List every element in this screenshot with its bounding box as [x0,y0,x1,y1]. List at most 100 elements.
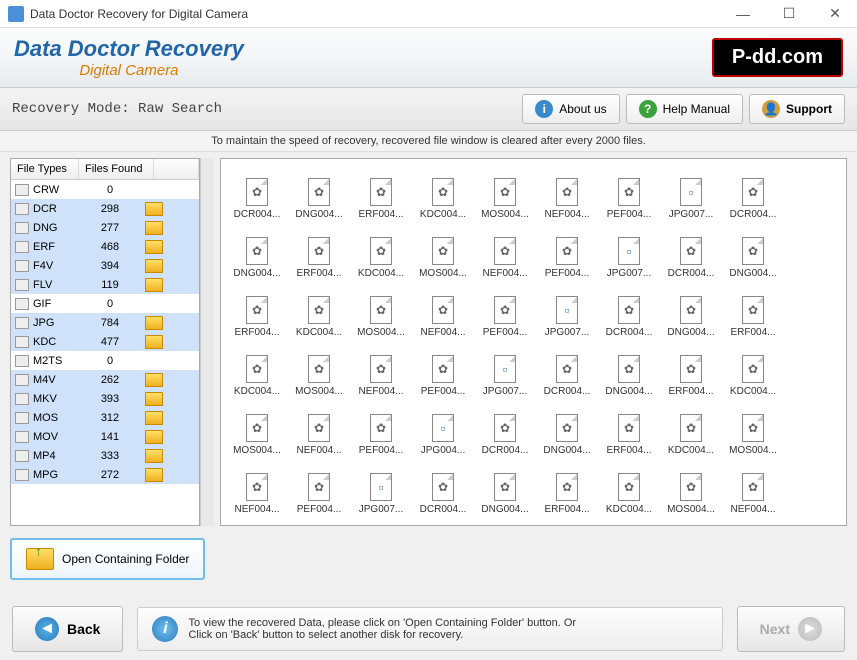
filetype-name: DCR [33,203,79,215]
thumbnail-item[interactable]: ERF004... [537,460,597,515]
close-button[interactable]: ✕ [821,4,849,24]
thumbnail-item[interactable]: KDC004... [413,165,473,220]
thumbnail-item[interactable]: ERF004... [475,519,535,526]
thumbnail-item[interactable]: PEF004... [289,460,349,515]
file-type-row[interactable]: ERF 468 [11,237,199,256]
thumbnail-item[interactable]: MOS004... [661,460,721,515]
thumbnail-item[interactable]: DCR004... [413,460,473,515]
thumbnail-item[interactable]: DNG004... [413,519,473,526]
thumbnail-label: JPG007... [545,327,589,338]
about-us-button[interactable]: i About us [522,94,619,124]
thumbnail-item[interactable]: JPG007... [289,519,349,526]
thumbnail-item[interactable]: ERF004... [599,401,659,456]
file-type-row[interactable]: MPG 272 [11,465,199,484]
file-type-row[interactable]: F4V 394 [11,256,199,275]
thumbnail-item[interactable]: ERF004... [227,283,287,338]
thumbnail-item[interactable]: JPG007... [475,342,535,397]
thumbnail-item[interactable]: KDC004... [537,519,597,526]
thumbnail-item[interactable]: MOS004... [289,342,349,397]
file-type-row[interactable]: DNG 277 [11,218,199,237]
thumbnail-item[interactable]: JPG007... [599,224,659,279]
thumbnail-item[interactable]: DCR004... [599,283,659,338]
file-type-row[interactable]: MOS 312 [11,408,199,427]
thumbnail-item[interactable]: DNG004... [475,460,535,515]
thumbnail-item[interactable]: KDC004... [227,342,287,397]
file-type-row[interactable]: MOV 141 [11,427,199,446]
file-type-row[interactable]: MKV 393 [11,389,199,408]
file-type-row[interactable]: M4V 262 [11,370,199,389]
thumbnail-item[interactable]: DCR004... [227,165,287,220]
thumbnail-label: ERF004... [544,504,589,515]
thumbnail-item[interactable]: PEF004... [475,283,535,338]
thumbnail-item[interactable]: MOS004... [475,165,535,220]
maximize-button[interactable]: ☐ [775,4,803,24]
thumbnail-item[interactable]: DCR004... [351,519,411,526]
thumbnail-item[interactable]: NEF004... [413,283,473,338]
thumbnail-item[interactable]: PEF004... [351,401,411,456]
thumbnail-item[interactable]: DCR004... [723,165,783,220]
thumbnail-item[interactable]: DNG004... [661,283,721,338]
thumbnail-item[interactable]: JPG007... [661,165,721,220]
open-containing-folder-button[interactable]: Open Containing Folder [10,538,205,580]
thumbnail-item[interactable]: ERF004... [351,165,411,220]
thumbnail-item[interactable]: DNG004... [227,224,287,279]
filetype-count: 784 [79,317,141,329]
file-type-row[interactable]: CRW 0 [11,180,199,199]
thumbnail-item[interactable]: KDC004... [351,224,411,279]
thumbnail-item[interactable]: DCR004... [661,224,721,279]
thumbnail-item[interactable]: KDC004... [723,342,783,397]
thumbnail-label: DCR004... [544,386,591,397]
thumbnail-item[interactable]: KDC004... [289,283,349,338]
thumbnail-item[interactable]: DNG004... [537,401,597,456]
thumbnail-item[interactable]: PEF004... [537,224,597,279]
thumbnail-item[interactable]: JPG007... [537,283,597,338]
thumbnail-item[interactable]: DCR004... [475,401,535,456]
support-button[interactable]: 👤 Support [749,94,845,124]
file-type-row[interactable]: JPG 784 [11,313,199,332]
minimize-button[interactable]: — [729,4,757,24]
thumbnails-panel[interactable]: DCR004... DNG004... ERF004... KDC004... … [220,158,847,526]
thumbnail-item[interactable]: MOS004... [351,283,411,338]
thumbnail-item[interactable]: NEF004... [723,460,783,515]
thumbnail-item[interactable]: MOS004... [227,401,287,456]
thumbnail-item[interactable]: DNG004... [599,342,659,397]
file-type-row[interactable]: DCR 298 [11,199,199,218]
thumbnail-item[interactable]: NEF004... [289,401,349,456]
thumbnail-label: JPG004... [421,445,465,456]
folder-icon [145,259,163,273]
file-icon [432,237,454,265]
next-button[interactable]: Next ► [737,606,845,652]
thumbnail-item[interactable]: ERF004... [723,283,783,338]
file-type-row[interactable]: M2TS 0 [11,351,199,370]
window-title: Data Doctor Recovery for Digital Camera [30,7,729,21]
thumbnail-item[interactable]: KDC004... [661,401,721,456]
thumbnail-item[interactable]: NEF004... [227,460,287,515]
file-types-list[interactable]: CRW 0 DCR 298 DNG 277 ERF 468 F4V 394 FL… [11,180,199,525]
thumbnail-item[interactable]: PEF004... [413,342,473,397]
thumbnail-item[interactable]: MOS004... [723,401,783,456]
col-file-types[interactable]: File Types [11,159,79,179]
thumbnail-item[interactable]: MOS004... [413,224,473,279]
file-type-row[interactable]: KDC 477 [11,332,199,351]
thumbnail-item[interactable]: DCR004... [537,342,597,397]
file-type-row[interactable]: MP4 333 [11,446,199,465]
info-icon: i [535,100,553,118]
back-button[interactable]: ◄ Back [12,606,123,652]
thumbnail-item[interactable]: ERF004... [289,224,349,279]
thumbnail-item[interactable]: DNG004... [289,165,349,220]
thumbnail-item[interactable]: PEF004... [599,165,659,220]
thumbnail-item[interactable]: KDC004... [599,460,659,515]
thumbnail-item[interactable]: NEF004... [537,165,597,220]
thumbnail-item[interactable]: NEF004... [351,342,411,397]
thumbnail-item[interactable]: NEF004... [475,224,535,279]
thumbnail-item[interactable]: PEF004... [227,519,287,526]
thumbnail-item[interactable]: JPG007... [351,460,411,515]
thumbnail-item[interactable]: DNG004... [723,224,783,279]
thumbnail-item[interactable]: ERF004... [661,342,721,397]
thumbnail-item[interactable]: JPG004... [413,401,473,456]
col-files-found[interactable]: Files Found [79,159,154,179]
file-type-row[interactable]: FLV 119 [11,275,199,294]
help-manual-button[interactable]: ? Help Manual [626,94,743,124]
left-scrollbar[interactable] [200,158,214,526]
file-type-row[interactable]: GIF 0 [11,294,199,313]
